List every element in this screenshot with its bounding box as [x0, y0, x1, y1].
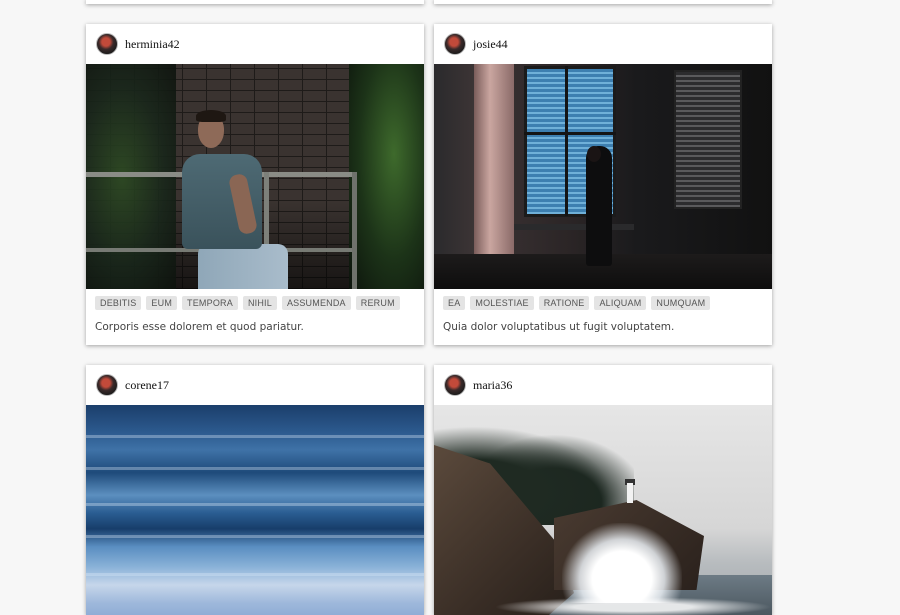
post-photo[interactable]: [86, 405, 424, 615]
post-card: [434, 0, 772, 4]
post-photo[interactable]: [434, 405, 772, 615]
tag[interactable]: NUMQUAM: [651, 296, 711, 310]
tag[interactable]: RATIONE: [538, 296, 590, 310]
post-card: herminia42 DEBITIS EUM TEMPORA NIHIL ASS…: [86, 24, 424, 345]
post-card: [86, 0, 424, 4]
tag[interactable]: NIHIL: [242, 296, 277, 310]
post-header: herminia42: [86, 24, 424, 64]
post-card: josie44 EA MOLESTIAE RATIONE ALIQUAM NUM…: [434, 24, 772, 345]
post-caption: Corporis esse dolorem et quod pariatur.: [95, 321, 304, 333]
avatar[interactable]: [96, 33, 118, 55]
tag[interactable]: RERUM: [355, 296, 400, 310]
tag[interactable]: TEMPORA: [182, 296, 238, 310]
post-photo[interactable]: [86, 64, 424, 289]
avatar[interactable]: [96, 374, 118, 396]
post-header: maria36: [434, 365, 772, 405]
username[interactable]: josie44: [473, 37, 508, 52]
tag[interactable]: DEBITIS: [95, 296, 142, 310]
post-header: corene17: [86, 365, 424, 405]
post-header: josie44: [434, 24, 772, 64]
username[interactable]: maria36: [473, 378, 512, 393]
post-card: maria36: [434, 365, 772, 615]
tag-list: EA MOLESTIAE RATIONE ALIQUAM NUMQUAM: [434, 289, 772, 310]
tag[interactable]: EA: [443, 296, 466, 310]
username[interactable]: herminia42: [125, 37, 180, 52]
tag[interactable]: ALIQUAM: [594, 296, 647, 310]
post-caption: Quia dolor voluptatibus ut fugit volupta…: [443, 321, 675, 333]
tag[interactable]: MOLESTIAE: [470, 296, 534, 310]
username[interactable]: corene17: [125, 378, 169, 393]
avatar[interactable]: [444, 33, 466, 55]
avatar[interactable]: [444, 374, 466, 396]
post-card: corene17: [86, 365, 424, 615]
tag-list: DEBITIS EUM TEMPORA NIHIL ASSUMENDA RERU…: [86, 289, 424, 310]
tag[interactable]: EUM: [146, 296, 178, 310]
tag[interactable]: ASSUMENDA: [281, 296, 351, 310]
post-photo[interactable]: [434, 64, 772, 289]
